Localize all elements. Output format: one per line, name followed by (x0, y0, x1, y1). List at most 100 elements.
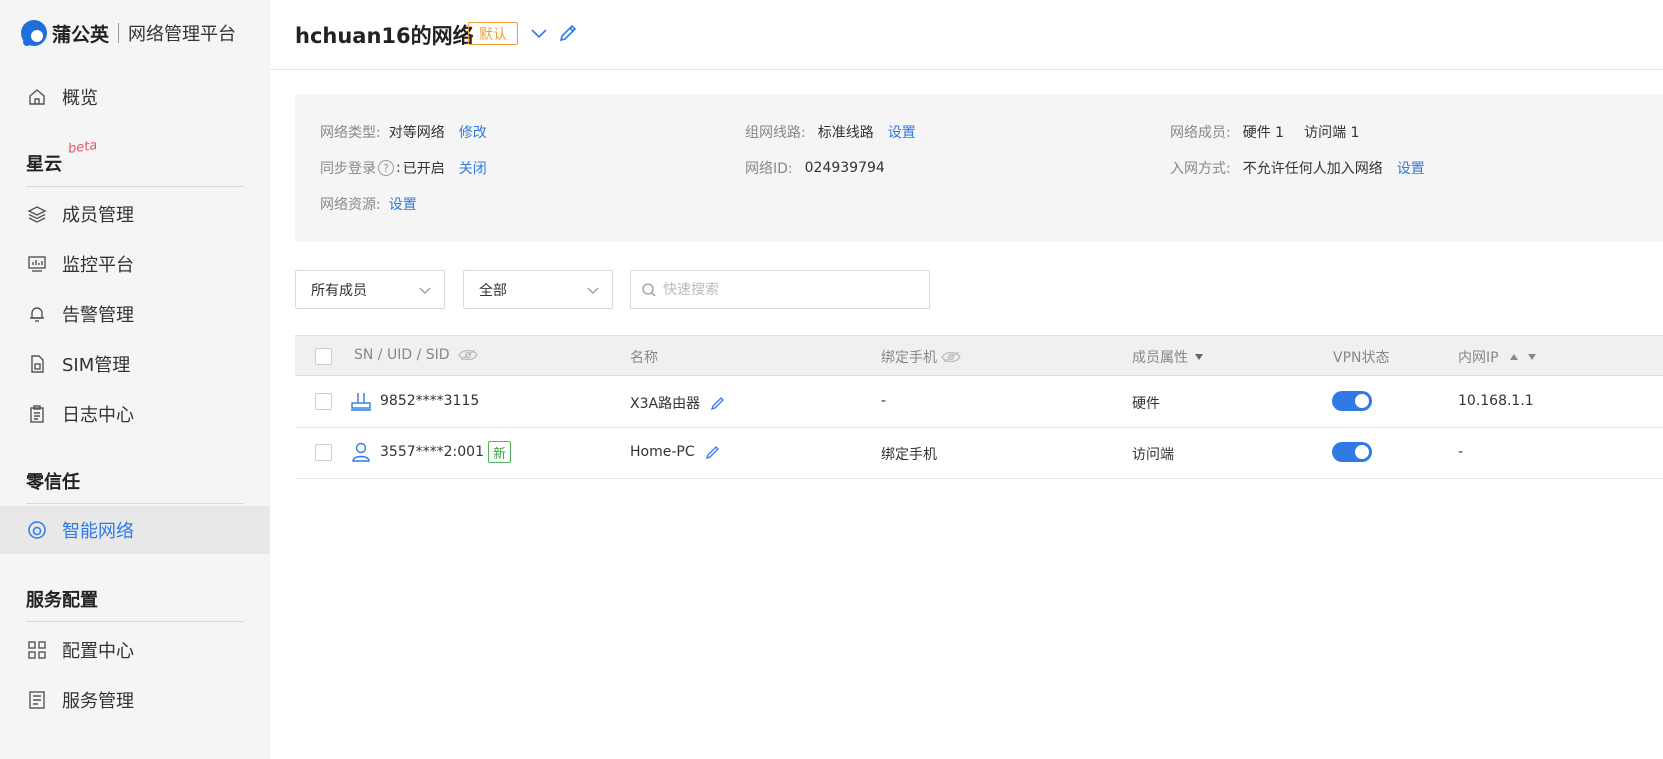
sidebar-item-alerts[interactable]: 告警管理 (0, 290, 270, 338)
disable-sync-login-link[interactable]: 关闭 (459, 158, 487, 178)
sidebar-item-monitor[interactable]: 监控平台 (0, 240, 270, 288)
member-filter-select[interactable]: 所有成员 (295, 270, 445, 309)
sim-card-icon (26, 353, 48, 375)
name-cell: Home-PC (630, 444, 721, 460)
section-title-zero-trust: 零信任 (26, 472, 80, 493)
vpn-toggle[interactable] (1332, 442, 1372, 462)
column-header-attr-label: 成员属性 (1132, 350, 1188, 366)
router-icon (351, 393, 371, 411)
name-cell: X3A路由器 (630, 393, 726, 413)
ip-cell: 10.168.1.1 (1458, 393, 1534, 409)
toggle-knob (1355, 394, 1369, 408)
ip-cell: - (1458, 444, 1464, 460)
page-title: hchuan16的网络 (295, 24, 474, 48)
table-header: SN / UID / SID 名称 绑定手机 成员属性 VPN状态 内网IP (295, 335, 1663, 376)
table-row[interactable]: 9852****3115 X3A路由器 - 硬件 10.168.1.1 (295, 377, 1663, 428)
sidebar-item-overview[interactable]: 概览 (0, 73, 270, 121)
network-type-value: 对等网络 (388, 125, 445, 141)
join-mode-row: 入网方式: 不允许任何人加入网络 设置 (1170, 158, 1425, 178)
sidebar-item-label: SIM管理 (62, 355, 131, 376)
sort-ascending-icon[interactable] (1509, 353, 1519, 361)
chevron-down-icon[interactable] (528, 22, 550, 44)
attr-cell: 硬件 (1132, 396, 1160, 412)
sort-descending-icon[interactable] (1527, 353, 1537, 361)
sidebar-item-members[interactable]: 成员管理 (0, 190, 270, 238)
row-checkbox[interactable] (315, 393, 332, 410)
sidebar-item-smart-network[interactable]: 智能网络 (0, 506, 270, 554)
network-type-label: 网络类型: (320, 125, 381, 141)
table-row[interactable]: 3557****2:001 新 Home-PC 绑定手机 访问端 - (295, 428, 1663, 479)
brand[interactable]: 蒲公英 网络管理平台 (20, 18, 236, 48)
help-icon[interactable]: ? (378, 160, 394, 176)
sidebar-item-label: 配置中心 (62, 641, 134, 662)
select-all-checkbox[interactable] (315, 348, 332, 365)
divider (26, 503, 244, 504)
members-visitor-count: 访问端 1 (1304, 125, 1360, 141)
chevron-down-icon (587, 287, 599, 294)
beta-badge: beta (67, 138, 99, 157)
bind-phone-link[interactable]: 绑定手机 (881, 444, 937, 464)
network-id-row: 网络ID: 024939794 (745, 158, 885, 178)
row-checkbox[interactable] (315, 444, 332, 461)
sidebar: 蒲公英 网络管理平台 概览 星云 beta 成员管理 监控平台 告警管理 SIM… (0, 0, 270, 759)
route-value: 标准线路 (817, 125, 874, 141)
network-circle-icon (26, 519, 48, 541)
sync-login-label: 同步登录 (320, 161, 376, 177)
network-id-label: 网络ID: (745, 161, 793, 177)
member-name: X3A路由器 (630, 396, 701, 412)
divider (26, 621, 244, 622)
section-title-xingyun: 星云 (26, 154, 62, 175)
grid-icon (26, 639, 48, 661)
sidebar-item-config-center[interactable]: 配置中心 (0, 626, 270, 674)
column-header-name: 名称 (630, 350, 658, 366)
page-header: hchuan16的网络 默认 (270, 0, 1663, 70)
eye-hidden-icon[interactable] (941, 350, 961, 364)
sidebar-item-label: 服务管理 (62, 691, 134, 712)
sidebar-item-sim[interactable]: SIM管理 (0, 340, 270, 388)
column-header-sn: SN / UID / SID (354, 347, 478, 363)
resource-row: 网络资源: 设置 (320, 194, 417, 214)
members-label: 网络成员: (1170, 125, 1231, 141)
join-mode-value: 不允许任何人加入网络 (1242, 161, 1383, 177)
set-resource-link[interactable]: 设置 (389, 194, 417, 214)
clipboard-icon (26, 403, 48, 425)
search-icon (642, 282, 656, 296)
status-filter-value: 全部 (479, 282, 507, 299)
sync-login-row: 同步登录 ? : 已开启 关闭 (320, 158, 487, 178)
column-header-phone-label: 绑定手机 (881, 350, 937, 366)
phone-cell: - (881, 393, 887, 409)
sidebar-item-label: 概览 (62, 88, 98, 109)
sidebar-item-service-management[interactable]: 服务管理 (0, 676, 270, 724)
sidebar-item-label: 监控平台 (62, 255, 134, 276)
pgy-logo-icon (21, 20, 47, 46)
route-row: 组网线路: 标准线路 设置 (745, 122, 916, 142)
column-header-attr[interactable]: 成员属性 (1132, 347, 1204, 367)
search-box[interactable] (630, 270, 930, 309)
search-input[interactable] (663, 281, 903, 298)
sidebar-item-label: 智能网络 (62, 521, 134, 542)
sidebar-item-label: 日志中心 (62, 405, 134, 426)
brand-divider (118, 23, 120, 43)
edit-icon[interactable] (705, 444, 721, 460)
sn-cell: 3557****2:001 新 (350, 441, 511, 463)
modify-network-type-link[interactable]: 修改 (459, 122, 487, 142)
status-filter-select[interactable]: 全部 (463, 270, 613, 309)
column-header-ip[interactable]: 内网IP (1458, 347, 1537, 367)
section-title-service: 服务配置 (26, 590, 98, 611)
join-mode-label: 入网方式: (1170, 161, 1231, 177)
network-id-value: 024939794 (804, 160, 885, 176)
sync-login-colon: : (396, 160, 401, 176)
vpn-toggle[interactable] (1332, 391, 1372, 411)
set-route-link[interactable]: 设置 (888, 122, 916, 142)
set-join-mode-link[interactable]: 设置 (1397, 158, 1425, 178)
route-label: 组网线路: (745, 125, 806, 141)
divider (26, 186, 244, 187)
eye-hidden-icon[interactable] (457, 348, 478, 362)
attr-cell: 访问端 (1132, 447, 1174, 463)
user-icon (352, 442, 370, 462)
edit-icon[interactable] (710, 395, 726, 411)
edit-icon[interactable] (557, 22, 579, 44)
platform-name: 网络管理平台 (128, 24, 237, 45)
sidebar-item-logs[interactable]: 日志中心 (0, 390, 270, 438)
sidebar-item-label: 成员管理 (62, 205, 134, 226)
